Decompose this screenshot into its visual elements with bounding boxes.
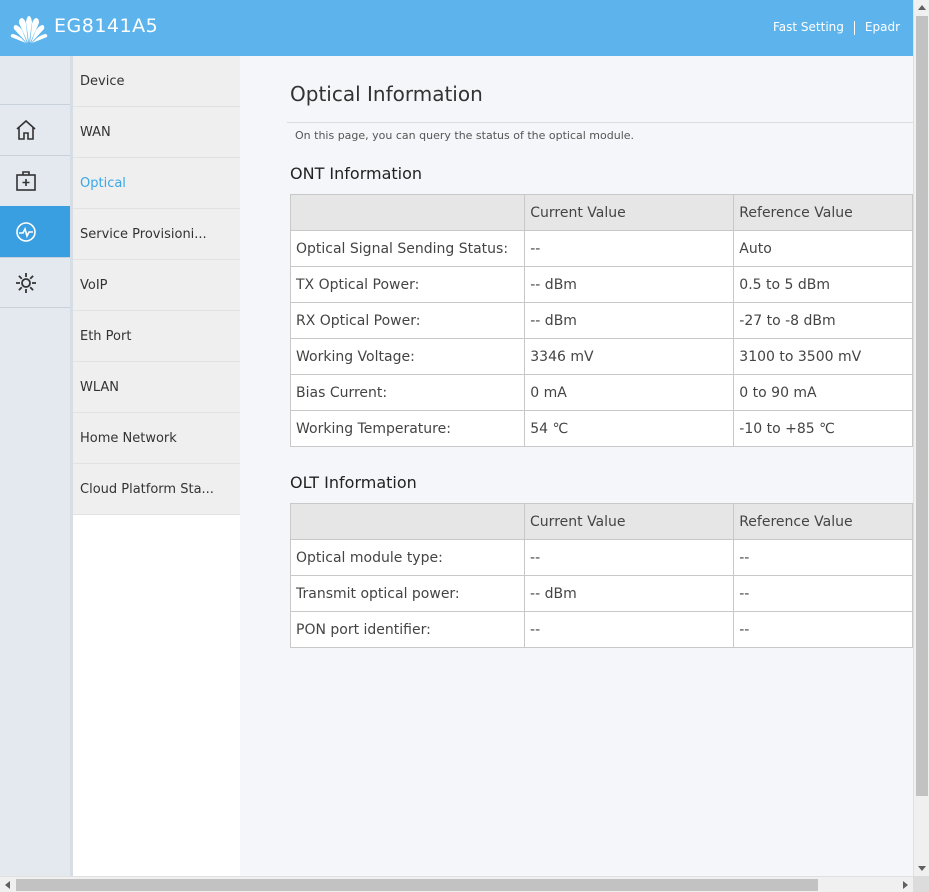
current-value: -- bbox=[524, 611, 735, 648]
gear-icon bbox=[16, 272, 36, 293]
vertical-scrollbar[interactable] bbox=[913, 0, 929, 876]
reference-value: -27 to -8 dBm bbox=[733, 302, 913, 339]
row-label: Transmit optical power: bbox=[289, 575, 526, 612]
column-header: Current Value bbox=[524, 503, 735, 540]
reference-value: 0 to 90 mA bbox=[733, 374, 913, 411]
scroll-down-arrow-icon[interactable] bbox=[918, 866, 926, 871]
page-title: Optical Information bbox=[290, 82, 483, 106]
scroll-up-arrow-icon[interactable] bbox=[918, 5, 926, 10]
title-divider bbox=[287, 122, 913, 123]
rail-item-diagnose[interactable] bbox=[0, 155, 70, 206]
table-row: TX Optical Power: -- dBm 0.5 to 5 dBm bbox=[289, 266, 913, 303]
column-header: Reference Value bbox=[733, 503, 913, 540]
home-icon bbox=[16, 119, 36, 140]
current-value: -- dBm bbox=[524, 266, 735, 303]
row-label: Bias Current: bbox=[289, 374, 526, 411]
table-row: Working Voltage: 3346 mV 3100 to 3500 mV bbox=[289, 338, 913, 375]
table-row: Optical Signal Sending Status: -- Auto bbox=[289, 230, 913, 267]
current-value: -- dBm bbox=[524, 302, 735, 339]
row-label: Working Voltage: bbox=[289, 338, 526, 375]
rail-item-settings[interactable] bbox=[0, 257, 70, 308]
reference-value: -- bbox=[733, 539, 913, 576]
rail-item-status[interactable] bbox=[0, 206, 78, 257]
vertical-scroll-thumb[interactable] bbox=[916, 16, 928, 796]
row-label: RX Optical Power: bbox=[289, 302, 526, 339]
huawei-logo-icon bbox=[10, 16, 48, 43]
status-monitor-icon bbox=[16, 222, 36, 242]
submenu-item-optical[interactable]: Optical bbox=[73, 158, 240, 209]
current-value: -- dBm bbox=[524, 575, 735, 612]
current-value: 54 ℃ bbox=[524, 410, 735, 447]
ont-section-title: ONT Information bbox=[290, 164, 423, 183]
row-label: Working Temperature: bbox=[289, 410, 526, 447]
reference-value: -- bbox=[733, 611, 913, 648]
top-nav: Fast Setting Epadr bbox=[773, 20, 913, 35]
icon-rail bbox=[0, 56, 78, 876]
olt-section-title: OLT Information bbox=[290, 473, 417, 492]
submenu-item-service-provisioning[interactable]: Service Provisioni... bbox=[73, 209, 240, 260]
table-row: Working Temperature: 54 ℃ -10 to +85 ℃ bbox=[289, 410, 913, 447]
ont-info-table: Current Value Reference Value Optical Si… bbox=[289, 194, 913, 447]
first-aid-kit-icon bbox=[16, 171, 36, 191]
scrollbar-corner bbox=[913, 876, 929, 892]
horizontal-scrollbar[interactable] bbox=[0, 876, 913, 892]
column-header: Reference Value bbox=[733, 194, 913, 231]
current-value: -- bbox=[524, 539, 735, 576]
main-content: Optical Information On this page, you ca… bbox=[240, 56, 913, 876]
table-row: Transmit optical power: -- dBm -- bbox=[289, 575, 913, 612]
table-row: Optical module type: -- -- bbox=[289, 539, 913, 576]
reference-value: Auto bbox=[733, 230, 913, 267]
nav-divider bbox=[853, 20, 855, 35]
reference-value: -- bbox=[733, 575, 913, 612]
truncated-nav-link[interactable]: Epadr bbox=[865, 20, 900, 34]
fast-setting-link[interactable]: Fast Setting bbox=[773, 20, 844, 34]
submenu-item-cloud-platform-status[interactable]: Cloud Platform Sta... bbox=[73, 464, 240, 515]
current-value: -- bbox=[524, 230, 735, 267]
reference-value: -10 to +85 ℃ bbox=[733, 410, 913, 447]
page-description: On this page, you can query the status o… bbox=[295, 129, 635, 142]
table-header-row: Current Value Reference Value bbox=[289, 194, 913, 231]
scroll-right-arrow-icon[interactable] bbox=[903, 881, 908, 889]
column-header bbox=[289, 194, 526, 231]
reference-value: 0.5 to 5 dBm bbox=[733, 266, 913, 303]
row-label: TX Optical Power: bbox=[289, 266, 526, 303]
submenu-item-voip[interactable]: VoIP bbox=[73, 260, 240, 311]
scroll-left-arrow-icon[interactable] bbox=[5, 881, 10, 889]
submenu-item-device[interactable]: Device bbox=[73, 56, 240, 107]
row-label: PON port identifier: bbox=[289, 611, 526, 648]
product-name: EG8141A5 bbox=[54, 15, 159, 37]
table-row: PON port identifier: -- -- bbox=[289, 611, 913, 648]
reference-value: 3100 to 3500 mV bbox=[733, 338, 913, 375]
top-header: EG8141A5 Fast Setting Epadr bbox=[0, 0, 913, 56]
submenu-item-wan[interactable]: WAN bbox=[73, 107, 240, 158]
table-header-row: Current Value Reference Value bbox=[289, 503, 913, 540]
table-row: Bias Current: 0 mA 0 to 90 mA bbox=[289, 374, 913, 411]
table-row: RX Optical Power: -- dBm -27 to -8 dBm bbox=[289, 302, 913, 339]
submenu-item-wlan[interactable]: WLAN bbox=[73, 362, 240, 413]
current-value: 3346 mV bbox=[524, 338, 735, 375]
row-label: Optical module type: bbox=[289, 539, 526, 576]
olt-info-table: Current Value Reference Value Optical mo… bbox=[289, 503, 913, 648]
submenu-item-home-network[interactable]: Home Network bbox=[73, 413, 240, 464]
row-label: Optical Signal Sending Status: bbox=[289, 230, 526, 267]
submenu-item-eth-port[interactable]: Eth Port bbox=[73, 311, 240, 362]
column-header: Current Value bbox=[524, 194, 735, 231]
rail-item-home[interactable] bbox=[0, 104, 70, 155]
current-value: 0 mA bbox=[524, 374, 735, 411]
submenu: Device WAN Optical Service Provisioni...… bbox=[70, 56, 240, 876]
horizontal-scroll-thumb[interactable] bbox=[16, 879, 818, 891]
column-header bbox=[289, 503, 526, 540]
